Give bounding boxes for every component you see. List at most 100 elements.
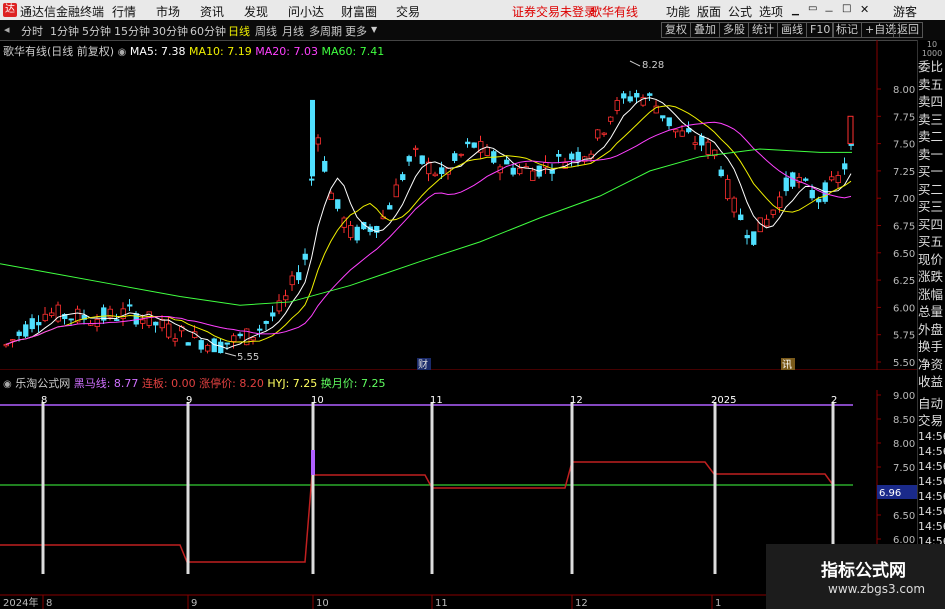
date-label: 2024年 bbox=[3, 596, 38, 609]
candle-body bbox=[348, 225, 354, 238]
settings-icon[interactable]: ◉ bbox=[3, 379, 12, 390]
price-axis: 8.00 7.75 7.50 7.25 7.00 6.75 6.50 6.25 6.00 5.75… bbox=[877, 85, 915, 369]
candle-body bbox=[250, 337, 256, 341]
period-1min[interactable]: 1分钟 bbox=[50, 23, 79, 39]
period-5min[interactable]: 5分钟 bbox=[82, 23, 111, 39]
quote-field-label: 买一 bbox=[918, 164, 944, 179]
price-tick-label: 6.75 bbox=[893, 222, 915, 233]
statistics-button[interactable]: 统计 bbox=[748, 22, 778, 38]
trade-time: 14:56 bbox=[918, 459, 945, 473]
candlestick-chart[interactable]: 8.00 7.75 7.50 7.25 7.00 6.75 6.50 6.25 6.00 5.75… bbox=[0, 40, 917, 370]
month-bar bbox=[713, 402, 717, 574]
finance-marker[interactable]: 财 bbox=[418, 358, 428, 370]
menu-options[interactable]: 选项 bbox=[759, 3, 783, 20]
back-button[interactable]: 返回 bbox=[893, 22, 923, 38]
menu-function[interactable]: 功能 bbox=[666, 3, 690, 20]
quote-field-label: 卖五 bbox=[918, 76, 944, 92]
close-icon[interactable]: ✕ bbox=[860, 3, 869, 16]
menu-trade[interactable]: 交易 bbox=[396, 3, 420, 20]
login-status[interactable]: 证券交易未登录 bbox=[512, 3, 596, 20]
price-tick-label: 7.00 bbox=[893, 194, 915, 205]
candle-body bbox=[549, 169, 555, 174]
period-more[interactable]: 更多 bbox=[345, 23, 367, 39]
price-tick-label: 7.75 bbox=[893, 112, 915, 123]
menu-market[interactable]: 市场 bbox=[156, 3, 180, 20]
quote-field-label: 卖三 bbox=[918, 111, 944, 127]
mark-button[interactable]: 标记 bbox=[832, 22, 862, 38]
quote-field-label: 卖二 bbox=[918, 129, 944, 144]
candle-body bbox=[387, 205, 393, 210]
candle-body bbox=[777, 196, 783, 208]
quote-field-label: 买四 bbox=[918, 216, 944, 232]
candle-body bbox=[322, 160, 328, 172]
date-label: 8 bbox=[46, 598, 52, 609]
price-tick-label: 5.50 bbox=[893, 358, 915, 369]
period-monthly[interactable]: 月线 bbox=[282, 23, 304, 39]
period-fenshi[interactable]: 分时 bbox=[21, 23, 43, 39]
candle-body bbox=[731, 197, 737, 213]
auto-trade-label[interactable]: 自动 bbox=[918, 395, 945, 412]
trade-time: 14:56 bbox=[918, 489, 945, 503]
candle-body bbox=[608, 116, 614, 122]
period-daily[interactable]: 日线 bbox=[228, 23, 250, 39]
auto-trade-label[interactable]: 交易 bbox=[918, 412, 945, 429]
menu-wealth[interactable]: 财富圈 bbox=[341, 3, 377, 20]
candle-body bbox=[335, 199, 341, 209]
app-logo-icon: 达 bbox=[3, 3, 17, 17]
candle-body bbox=[465, 141, 471, 145]
month-bar bbox=[430, 402, 434, 574]
candle-body bbox=[10, 339, 16, 342]
candle-body bbox=[127, 304, 133, 307]
multi-stock-button[interactable]: 多股 bbox=[719, 22, 749, 38]
trade-time: 14:56 bbox=[918, 444, 945, 458]
guest-label[interactable]: 游客 bbox=[893, 3, 917, 20]
candle-body bbox=[556, 154, 562, 157]
month-label: 8 bbox=[41, 395, 47, 406]
month-label: 10 bbox=[311, 395, 324, 406]
price-tick-label: 5.75 bbox=[893, 331, 915, 342]
month-bar bbox=[186, 402, 190, 574]
sub-tick-label: 8.00 bbox=[893, 439, 915, 450]
adjust-button[interactable]: 复权 bbox=[661, 22, 691, 38]
menu-layout[interactable]: 版面 bbox=[697, 3, 721, 20]
period-30min[interactable]: 30分钟 bbox=[152, 23, 188, 39]
maximize-icon[interactable]: □ bbox=[842, 3, 851, 14]
candle-body bbox=[198, 340, 204, 350]
candle-body bbox=[673, 129, 679, 133]
price-tick-label: 7.50 bbox=[893, 140, 915, 151]
high-annotation: 8.28 bbox=[642, 60, 664, 71]
date-axis: 2024年 8 9 10 11 12 1 bbox=[3, 595, 721, 609]
toolbar-prev-icon[interactable]: ◂ bbox=[4, 23, 10, 36]
candle-body bbox=[595, 129, 601, 139]
period-15min[interactable]: 15分钟 bbox=[114, 23, 150, 39]
date-label: 1 bbox=[715, 598, 721, 609]
candle-body bbox=[263, 321, 269, 324]
period-weekly[interactable]: 周线 bbox=[255, 23, 277, 39]
draw-line-button[interactable]: 画线 bbox=[777, 22, 807, 38]
period-60min[interactable]: 60分钟 bbox=[190, 23, 226, 39]
menu-formula[interactable]: 公式 bbox=[728, 3, 752, 20]
quote-field-label: 涨幅 bbox=[918, 286, 944, 302]
candle-body bbox=[439, 167, 445, 175]
candle-body bbox=[270, 312, 276, 317]
f10-button[interactable]: F10 bbox=[806, 22, 835, 38]
more-dropdown-icon[interactable]: ▼ bbox=[371, 25, 377, 34]
overlay-button[interactable]: 叠加 bbox=[690, 22, 720, 38]
candle-body bbox=[296, 272, 302, 281]
info-marker[interactable]: 讯 bbox=[782, 359, 792, 370]
hyj-label: HYJ: 7.25 bbox=[267, 377, 318, 390]
price-tick-label: 6.50 bbox=[893, 249, 915, 260]
menu-discover[interactable]: 发现 bbox=[244, 3, 268, 20]
menu-news[interactable]: 资讯 bbox=[200, 3, 224, 20]
candle-body bbox=[835, 175, 841, 184]
candle-body bbox=[166, 323, 172, 338]
window-icon[interactable]: ▭ bbox=[808, 3, 817, 14]
minimize-window-icon[interactable]: － bbox=[824, 3, 834, 18]
candle-body bbox=[205, 344, 211, 352]
menu-quotes[interactable]: 行情 bbox=[112, 3, 136, 20]
menu-ask[interactable]: 问小达 bbox=[288, 3, 324, 20]
minimize-icon[interactable]: ▁ bbox=[792, 6, 799, 16]
trade-time: 14:56 bbox=[918, 504, 945, 518]
period-multi[interactable]: 多周期 bbox=[309, 23, 342, 39]
app-title: 通达信金融终端 bbox=[20, 5, 105, 19]
